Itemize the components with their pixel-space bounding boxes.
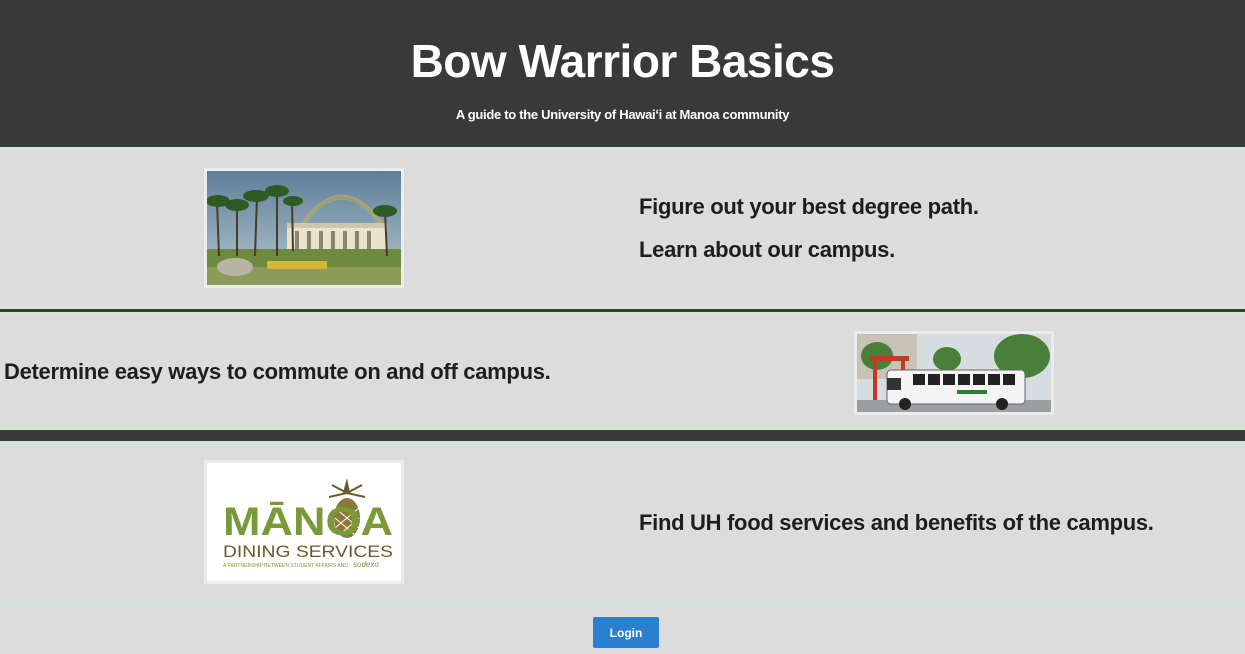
page-title: Bow Warrior Basics: [410, 35, 835, 87]
manoa-dining-logo: MĀNOA DINING SERVICES A PARTNERSHIP BETW…: [204, 460, 404, 584]
site-header: Bow Warrior Basics A guide to the Univer…: [0, 0, 1245, 138]
login-button[interactable]: Login: [593, 617, 659, 648]
logo-tagline-text: A PARTNERSHIP BETWEEN STUDENT AFFAIRS AN…: [223, 563, 348, 569]
page-subtitle: A guide to the University of Hawaiʻi at …: [455, 107, 790, 122]
commute-text: Determine easy ways to commute on and of…: [4, 359, 551, 384]
logo-name-text: DINING SERVICES: [223, 542, 393, 561]
section-commute: Determine easy ways to commute on and of…: [0, 312, 1245, 430]
campus-text: Learn about our campus.: [639, 237, 895, 262]
food-services-text: Find UH food services and benefits of th…: [639, 510, 1154, 535]
logo-partner-text: sodexo: [353, 560, 379, 569]
section-food: MĀNOA DINING SERVICES A PARTNERSHIP BETW…: [0, 441, 1245, 605]
campus-photo: [204, 168, 404, 288]
shuttle-bus-photo: [854, 331, 1054, 415]
section-degree-campus: Figure out your best degree path. Learn …: [0, 147, 1245, 309]
degree-path-text: Figure out your best degree path.: [639, 194, 979, 219]
logo-brand-text: MĀNOA: [223, 500, 393, 544]
